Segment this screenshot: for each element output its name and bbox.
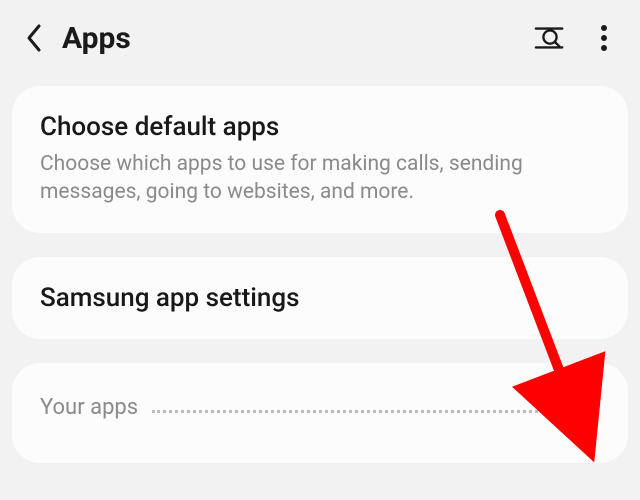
sort-icon — [571, 396, 599, 420]
section-label: Your apps — [40, 395, 138, 420]
chevron-left-icon — [25, 23, 43, 53]
more-options-button[interactable] — [588, 22, 620, 54]
item-title: Choose default apps — [40, 112, 600, 142]
header-actions — [534, 22, 620, 54]
more-vertical-icon — [600, 24, 608, 52]
header: Apps — [0, 0, 640, 76]
back-button[interactable] — [14, 18, 54, 58]
search-button[interactable] — [534, 22, 566, 54]
item-description: Choose which apps to use for making call… — [40, 150, 600, 207]
item-title: Samsung app settings — [40, 283, 600, 313]
your-apps-section: Your apps — [12, 363, 628, 463]
page-title: Apps — [62, 21, 534, 56]
list-search-icon — [534, 23, 566, 53]
divider-dots — [152, 410, 556, 413]
samsung-app-settings-item[interactable]: Samsung app settings — [12, 257, 628, 339]
choose-default-apps-item[interactable]: Choose default apps Choose which apps to… — [12, 86, 628, 233]
sort-button[interactable] — [570, 393, 600, 423]
